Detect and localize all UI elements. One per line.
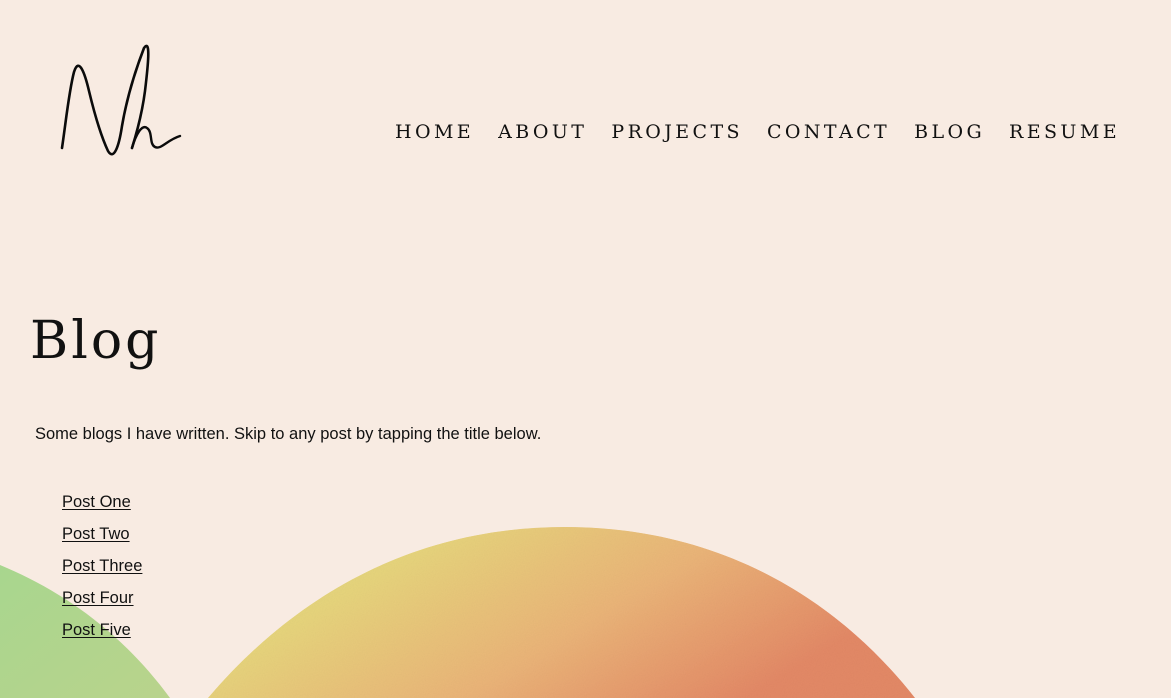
signature-logo-icon [60, 44, 182, 156]
intro-text: Some blogs I have written. Skip to any p… [35, 425, 542, 443]
post-link-two[interactable]: Post Two [62, 525, 130, 543]
list-item: Post One [62, 491, 142, 523]
nav-home[interactable]: HOME [395, 118, 474, 146]
post-link-three[interactable]: Post Three [62, 557, 142, 575]
nav-blog[interactable]: BLOG [914, 118, 985, 146]
post-list: Post One Post Two Post Three Post Four P… [62, 491, 142, 651]
page-title: Blog [30, 311, 162, 371]
signature-logo[interactable] [52, 36, 192, 161]
post-link-one[interactable]: Post One [62, 493, 131, 511]
nav-about[interactable]: ABOUT [498, 118, 587, 146]
post-link-five[interactable]: Post Five [62, 621, 131, 639]
nav-resume[interactable]: RESUME [1009, 118, 1120, 146]
nav-projects[interactable]: PROJECTS [611, 118, 743, 146]
list-item: Post Three [62, 555, 142, 587]
list-item: Post Five [62, 619, 142, 651]
post-link-four[interactable]: Post Four [62, 589, 134, 607]
list-item: Post Four [62, 587, 142, 619]
main-nav: HOME ABOUT PROJECTS CONTACT BLOG RESUME [395, 118, 1120, 146]
nav-contact[interactable]: CONTACT [767, 118, 890, 146]
list-item: Post Two [62, 523, 142, 555]
